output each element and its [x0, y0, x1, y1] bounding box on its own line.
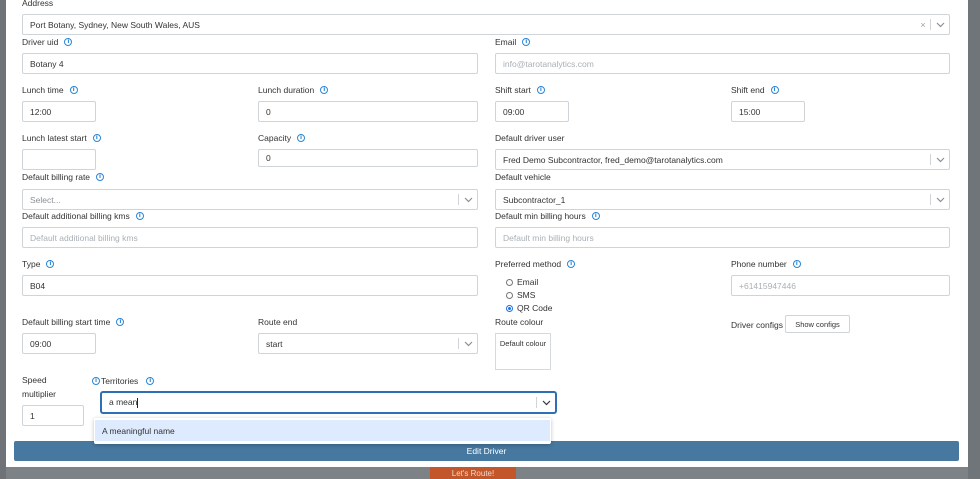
- default-min-billing-hours-input[interactable]: Default min billing hours: [495, 227, 950, 248]
- info-icon[interactable]: i: [135, 212, 144, 220]
- default-driver-user-select[interactable]: Fred Demo Subcontractor, fred_demo@tarot…: [495, 149, 950, 170]
- info-icon[interactable]: i: [536, 86, 545, 94]
- territories-dropdown-menu: A meaningful name: [94, 418, 551, 444]
- lunch-time-input[interactable]: 12:00: [22, 101, 96, 122]
- info-icon[interactable]: i: [297, 134, 306, 142]
- info-icon[interactable]: i: [522, 38, 531, 46]
- info-icon[interactable]: i: [146, 377, 155, 385]
- default-billing-rate-select[interactable]: Select...: [22, 189, 478, 210]
- info-icon[interactable]: i: [567, 260, 576, 268]
- info-icon[interactable]: i: [96, 173, 105, 181]
- lets-route-button: Let's Route!: [430, 467, 516, 479]
- chevron-down-icon[interactable]: [537, 393, 555, 412]
- radio-email[interactable]: Email: [506, 277, 538, 287]
- address-value: Port Botany, Sydney, New South Wales, AU…: [30, 19, 200, 30]
- capacity-input[interactable]: 0: [258, 149, 478, 167]
- radio-email-label: Email: [517, 277, 539, 287]
- default-driver-user-label: Default driver user: [495, 133, 565, 143]
- radio-button[interactable]: [506, 278, 513, 286]
- default-billing-rate-label: Default billing rate i: [22, 172, 105, 182]
- info-icon[interactable]: i: [92, 134, 101, 142]
- route-end-select[interactable]: start: [258, 333, 478, 354]
- default-vehicle-value: Subcontractor_1: [503, 194, 566, 205]
- territories-select[interactable]: a mean: [101, 392, 556, 413]
- address-select[interactable]: Port Botany, Sydney, New South Wales, AU…: [22, 14, 950, 35]
- chevron-down-icon[interactable]: [459, 334, 477, 353]
- chevron-down-icon[interactable]: [459, 190, 477, 209]
- default-min-billing-hours-label: Default min billing hours i: [495, 211, 600, 221]
- default-vehicle-select[interactable]: Subcontractor_1: [495, 189, 950, 210]
- territory-option[interactable]: A meaningful name: [95, 420, 550, 441]
- default-billing-rate-placeholder: Select...: [30, 194, 61, 205]
- close-icon[interactable]: ×: [916, 20, 930, 30]
- type-label: Type i: [22, 259, 55, 269]
- edit-driver-button[interactable]: Edit Driver: [14, 441, 959, 461]
- speed-multiplier-label: Speed: [22, 375, 47, 385]
- radio-sms[interactable]: SMS: [506, 290, 535, 300]
- speed-multiplier-input[interactable]: 1: [22, 405, 84, 426]
- route-colour-label: Route colour: [495, 317, 544, 327]
- shift-end-label: Shift end i: [731, 85, 779, 95]
- chevron-down-icon[interactable]: [931, 190, 949, 209]
- preferred-method-label: Preferred method i: [495, 259, 576, 269]
- default-additional-billing-kms-input[interactable]: Default additional billing kms: [22, 227, 478, 248]
- radio-button-selected[interactable]: [506, 304, 513, 312]
- background-panel: [968, 0, 980, 479]
- lunch-latest-start-input[interactable]: [22, 149, 96, 170]
- info-icon[interactable]: i: [792, 260, 801, 268]
- radio-qr-code[interactable]: QR Code: [506, 303, 552, 313]
- driver-uid-label: Driver uid i: [22, 37, 73, 47]
- info-icon[interactable]: i: [64, 38, 73, 46]
- radio-qr-code-label: QR Code: [517, 303, 553, 313]
- edit-driver-modal: Address Port Botany, Sydney, New South W…: [6, 0, 968, 467]
- chevron-down-icon[interactable]: [931, 150, 949, 169]
- shift-start-label: Shift start i: [495, 85, 545, 95]
- chevron-down-icon[interactable]: [931, 15, 949, 34]
- email-label: Email i: [495, 37, 531, 47]
- info-icon[interactable]: i: [69, 86, 78, 94]
- show-configs-button[interactable]: Show configs: [785, 315, 850, 333]
- speed-multiplier-label-line2: multiplier: [22, 389, 57, 399]
- radio-button[interactable]: [506, 291, 513, 299]
- driver-uid-input[interactable]: Botany 4: [22, 53, 478, 74]
- driver-configs-label: Driver configs: [731, 320, 783, 330]
- address-label: Address: [22, 0, 54, 8]
- default-billing-start-time-label: Default billing start time i: [22, 317, 125, 327]
- route-end-label: Route end: [258, 317, 298, 327]
- default-vehicle-label: Default vehicle: [495, 172, 551, 182]
- lunch-latest-start-label: Lunch latest start i: [22, 133, 101, 143]
- phone-number-label: Phone number i: [731, 259, 801, 269]
- phone-number-input[interactable]: +61415947446: [731, 275, 950, 296]
- radio-sms-label: SMS: [517, 290, 536, 300]
- territories-search-text: a mean: [109, 397, 138, 408]
- shift-end-input[interactable]: 15:00: [731, 101, 805, 122]
- lunch-duration-label: Lunch duration i: [258, 85, 329, 95]
- email-input[interactable]: info@tarotanalytics.com: [495, 53, 950, 74]
- info-icon[interactable]: i: [591, 212, 600, 220]
- default-driver-user-value: Fred Demo Subcontractor, fred_demo@tarot…: [503, 154, 723, 165]
- info-icon[interactable]: i: [46, 260, 55, 268]
- capacity-label: Capacity i: [258, 133, 306, 143]
- lunch-time-label: Lunch time i: [22, 85, 78, 95]
- type-input[interactable]: B04: [22, 275, 478, 296]
- info-icon[interactable]: i: [320, 86, 329, 94]
- shift-start-input[interactable]: 09:00: [495, 101, 569, 122]
- info-icon[interactable]: i: [92, 377, 100, 385]
- territories-search-input[interactable]: a mean: [109, 397, 536, 408]
- info-icon[interactable]: i: [770, 86, 779, 94]
- route-end-value: start: [266, 338, 283, 349]
- default-billing-start-time-input[interactable]: 09:00: [22, 333, 96, 354]
- default-additional-billing-kms-label: Default additional billing kms i: [22, 211, 144, 221]
- info-icon[interactable]: i: [116, 318, 125, 326]
- territories-label: Territories i: [101, 376, 155, 386]
- text-caret: [137, 397, 139, 408]
- lunch-duration-input[interactable]: 0: [258, 101, 478, 122]
- route-colour-picker[interactable]: Default colour: [495, 333, 551, 370]
